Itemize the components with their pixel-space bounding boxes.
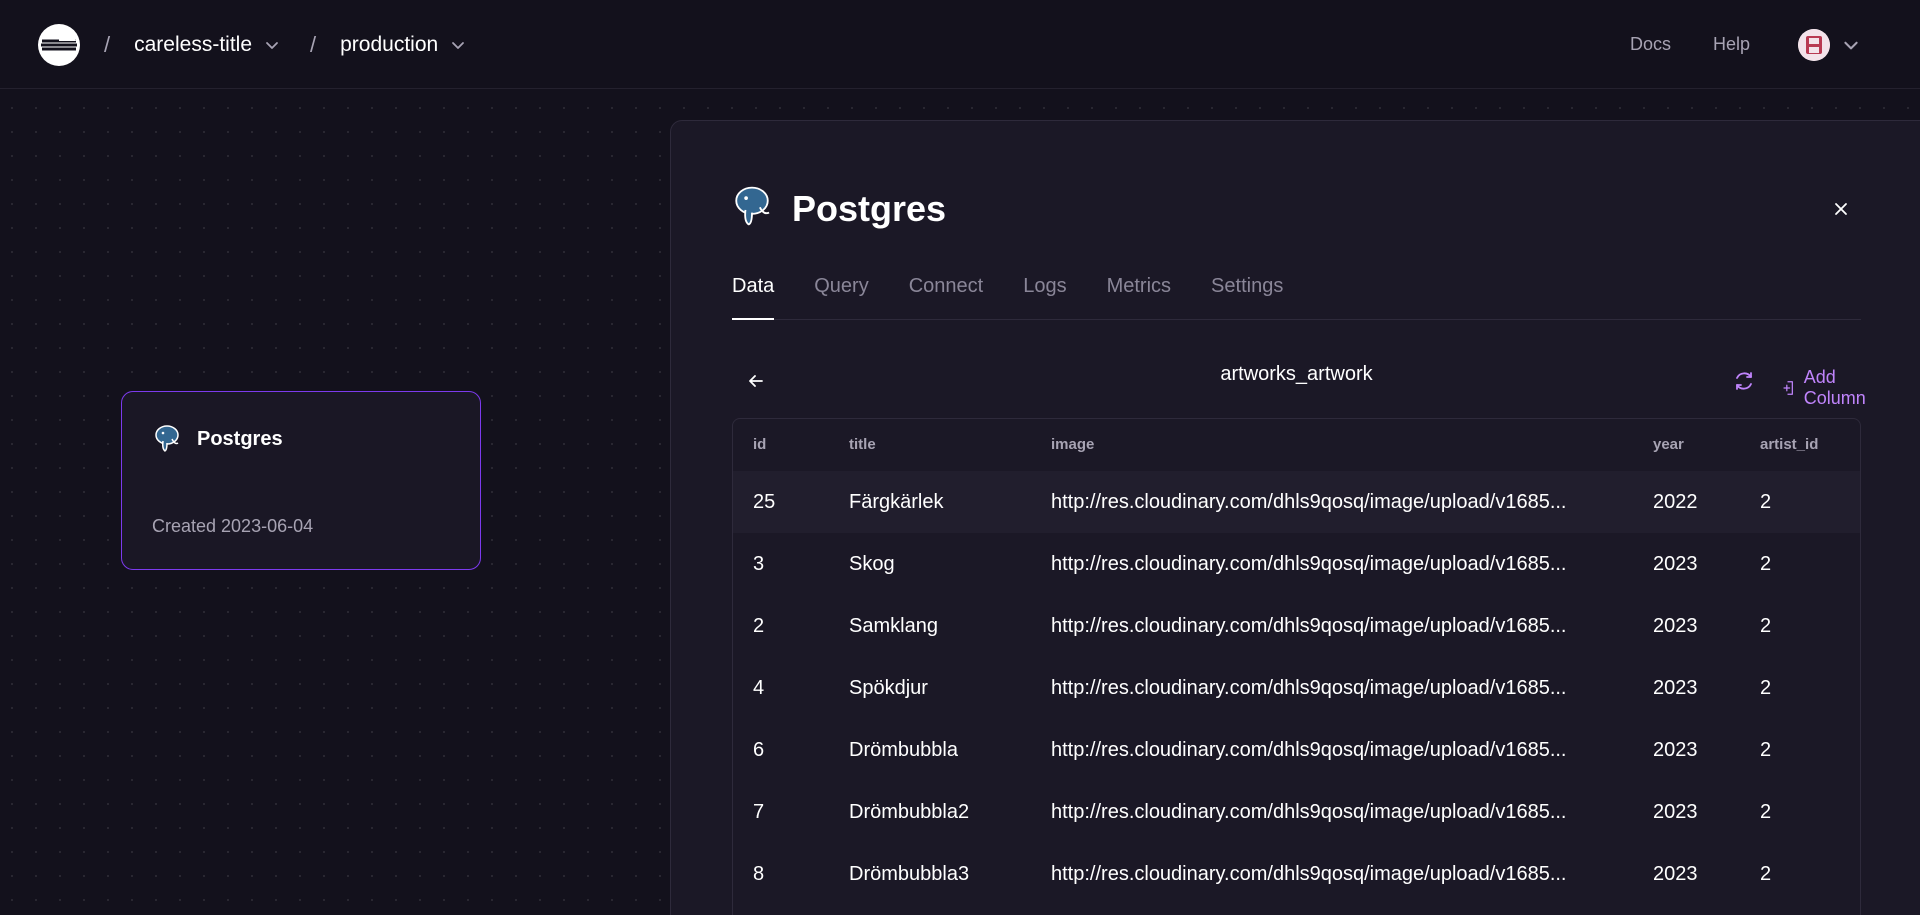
close-icon[interactable] [1829, 197, 1853, 221]
tab-logs[interactable]: Logs [1023, 271, 1066, 320]
cell-year: 2023 [1653, 801, 1698, 823]
cell-title: Färgkärlek [849, 491, 944, 513]
table-toolbar: artworks_artwork Add Column [732, 357, 1866, 408]
table-row[interactable]: 25 Färgkärlek http://res.cloudinary.com/… [733, 471, 1860, 533]
add-column-icon [1783, 381, 1793, 395]
panel-tabs: Data Query Connect Logs Metrics Settings [732, 271, 1861, 320]
panel-title: Postgres [792, 187, 947, 229]
panel-header: Postgres [732, 185, 946, 232]
add-column-label: Add Column [1803, 367, 1866, 408]
add-column-button[interactable]: Add Column [1782, 367, 1872, 409]
postgres-elephant-icon [152, 423, 182, 458]
environment-selector[interactable]: production [340, 33, 466, 57]
help-link[interactable]: Help [1713, 34, 1750, 55]
cell-title: Samklang [849, 615, 938, 637]
table-row[interactable]: 7 Drömbubbla2 http://res.cloudinary.com/… [733, 781, 1860, 843]
cell-title: Skog [849, 553, 895, 575]
cell-title: Drömbubbla3 [849, 863, 970, 885]
cell-id: 2 [753, 615, 765, 637]
service-name: Postgres [197, 428, 283, 450]
table-name: artworks_artwork [1220, 363, 1373, 385]
tab-connect[interactable]: Connect [909, 271, 984, 320]
tab-settings[interactable]: Settings [1211, 271, 1283, 320]
project-name: careless-title [134, 32, 252, 56]
cell-image: http://res.cloudinary.com/dhls9qosq/imag… [1051, 615, 1567, 637]
cell-id: 25 [753, 491, 776, 513]
chevron-down-icon [452, 41, 465, 49]
refresh-icon[interactable] [1732, 369, 1756, 393]
cell-image: http://res.cloudinary.com/dhls9qosq/imag… [1051, 801, 1567, 823]
avatar [1798, 28, 1830, 61]
top-nav: Docs Help [1630, 0, 1920, 89]
service-panel: Postgres Data Query Connect Logs Metrics… [670, 120, 1920, 915]
postgres-elephant-icon [732, 185, 772, 232]
breadcrumb-separator: / [310, 31, 317, 57]
tab-data[interactable]: Data [732, 271, 775, 320]
service-created-date: Created 2023-06-04 [152, 516, 314, 536]
cell-artist-id: 2 [1760, 491, 1772, 513]
cell-year: 2023 [1653, 863, 1698, 885]
cell-year: 2022 [1653, 491, 1698, 513]
column-header-year[interactable]: year [1653, 436, 1684, 453]
table-row[interactable]: 6 Drömbubbla http://res.cloudinary.com/d… [733, 719, 1860, 781]
tab-metrics[interactable]: Metrics [1107, 271, 1171, 320]
column-header-id[interactable]: id [753, 436, 766, 453]
cell-id: 7 [753, 801, 765, 823]
docs-link[interactable]: Docs [1630, 34, 1671, 55]
breadcrumb: / careless-title / production [104, 0, 496, 89]
cell-id: 4 [753, 677, 765, 699]
account-menu[interactable] [1798, 28, 1860, 61]
top-bar: / careless-title / production Docs Help [0, 0, 1920, 89]
cell-image: http://res.cloudinary.com/dhls9qosq/imag… [1051, 739, 1567, 761]
column-header-title[interactable]: title [849, 436, 876, 453]
column-header-image[interactable]: image [1051, 436, 1611, 453]
railway-logo-icon[interactable] [38, 24, 80, 66]
cell-title: Drömbubbla2 [849, 801, 970, 823]
cell-image: http://res.cloudinary.com/dhls9qosq/imag… [1051, 863, 1567, 885]
cell-artist-id: 2 [1760, 801, 1772, 823]
column-header-artist-id[interactable]: artist_id [1760, 436, 1818, 453]
cell-id: 8 [753, 863, 765, 885]
cell-year: 2023 [1653, 677, 1698, 699]
table-header-row: id title image year artist_id [733, 419, 1860, 471]
breadcrumb-separator: / [104, 31, 111, 57]
cell-title: Drömbubbla [849, 739, 958, 761]
cell-image: http://res.cloudinary.com/dhls9qosq/imag… [1051, 677, 1567, 699]
cell-artist-id: 2 [1760, 863, 1772, 885]
cell-year: 2023 [1653, 553, 1698, 575]
table-row[interactable]: 2 Samklang http://res.cloudinary.com/dhl… [733, 595, 1860, 657]
cell-id: 6 [753, 739, 765, 761]
cell-artist-id: 2 [1760, 553, 1772, 575]
cell-artist-id: 2 [1760, 739, 1772, 761]
cell-year: 2023 [1653, 739, 1698, 761]
cell-artist-id: 2 [1760, 677, 1772, 699]
environment-name: production [340, 32, 439, 56]
arrow-left-icon[interactable] [740, 365, 772, 397]
data-table: id title image year artist_id 25 Färgkär… [732, 418, 1861, 915]
cell-title: Spökdjur [849, 677, 928, 699]
cell-image: http://res.cloudinary.com/dhls9qosq/imag… [1051, 553, 1567, 575]
chevron-down-icon [266, 41, 278, 49]
table-row[interactable]: 8 Drömbubbla3 http://res.cloudinary.com/… [733, 843, 1860, 905]
cell-id: 3 [753, 553, 765, 575]
cell-artist-id: 2 [1760, 615, 1772, 637]
tab-query[interactable]: Query [814, 271, 868, 320]
postgres-service-card[interactable]: Postgres Created 2023-06-04 [121, 391, 481, 570]
cell-image: http://res.cloudinary.com/dhls9qosq/imag… [1051, 491, 1567, 513]
table-row[interactable]: 4 Spökdjur http://res.cloudinary.com/dhl… [733, 657, 1860, 719]
project-selector[interactable]: careless-title [134, 33, 280, 57]
chevron-down-icon [1844, 41, 1858, 49]
table-row[interactable]: 3 Skog http://res.cloudinary.com/dhls9qo… [733, 533, 1860, 595]
cell-year: 2023 [1653, 615, 1698, 637]
